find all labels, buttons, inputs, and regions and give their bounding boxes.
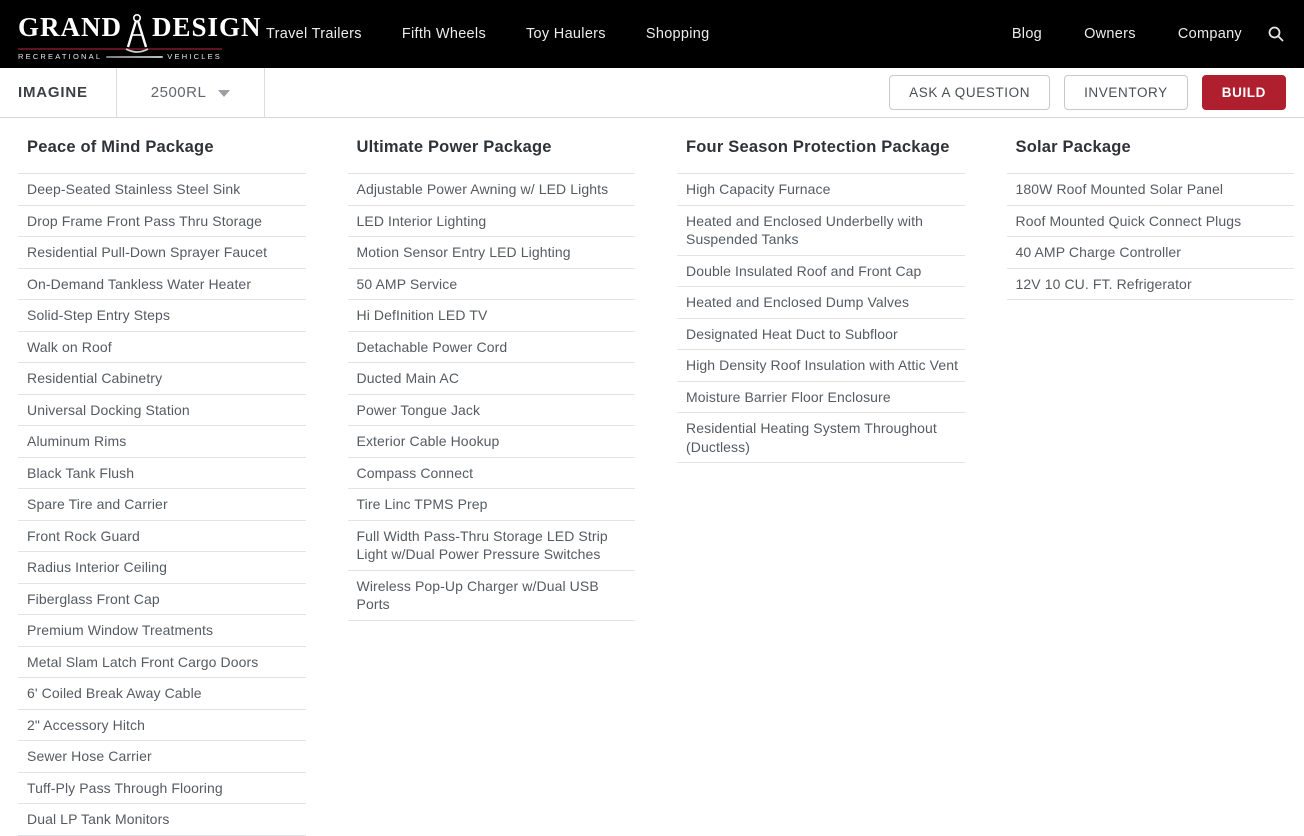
package-item: Compass Connect [348, 458, 636, 490]
logo-text-recreational: RECREATIONAL [18, 52, 102, 61]
nav-item-fifth-wheels[interactable]: Fifth Wheels [402, 26, 486, 42]
package-title: Ultimate Power Package [348, 138, 636, 157]
package-item: Heated and Enclosed Underbelly with Susp… [677, 206, 965, 256]
package-item-list: High Capacity FurnaceHeated and Enclosed… [677, 173, 965, 463]
package-item: Exterior Cable Hookup [348, 426, 636, 458]
logo-text-grand: GRAND [18, 14, 122, 41]
package-item: On-Demand Tankless Water Heater [18, 269, 306, 301]
floorplan-label: 2500RL [151, 84, 207, 101]
package-item: Motion Sensor Entry LED Lighting [348, 237, 636, 269]
package-item: Solid-Step Entry Steps [18, 300, 306, 332]
package-item: High Density Roof Insulation with Attic … [677, 350, 965, 382]
package-item: 50 AMP Service [348, 269, 636, 301]
brand-logo-title: GRAND DESIGN [18, 7, 222, 47]
package-column-ultimate-power-package: Ultimate Power Package Adjustable Power A… [348, 138, 636, 621]
package-item: Residential Heating System Throughout (D… [677, 413, 965, 463]
package-item: Premium Window Treatments [18, 615, 306, 647]
package-item: Adjustable Power Awning w/ LED Lights [348, 174, 636, 206]
brand-logo[interactable]: GRAND DESIGN RECREATIONAL VEHICLES [10, 7, 222, 61]
compass-icon [124, 13, 150, 53]
aux-nav-item-owners[interactable]: Owners [1084, 26, 1136, 42]
package-title: Solar Package [1007, 138, 1295, 157]
nav-item-toy-haulers[interactable]: Toy Haulers [526, 26, 606, 42]
package-item-list: 180W Roof Mounted Solar PanelRoof Mounte… [1007, 173, 1295, 300]
package-item: 40 AMP Charge Controller [1007, 237, 1295, 269]
package-column-four-season-protection-package: Four Season Protection Package High Capac… [677, 138, 965, 463]
package-item: LED Interior Lighting [348, 206, 636, 238]
ask-a-question-button[interactable]: ASK A QUESTION [889, 75, 1050, 111]
secondary-nav: Blog Owners Company [1012, 26, 1242, 42]
package-item: Roof Mounted Quick Connect Plugs [1007, 206, 1295, 238]
build-button[interactable]: BUILD [1202, 75, 1286, 111]
inventory-button[interactable]: INVENTORY [1064, 75, 1188, 111]
brand-logo-subtitle: RECREATIONAL VEHICLES [18, 48, 222, 61]
package-item: Drop Frame Front Pass Thru Storage [18, 206, 306, 238]
package-item: Metal Slam Latch Front Cargo Doors [18, 647, 306, 679]
package-item: Double Insulated Roof and Front Cap [677, 256, 965, 288]
floorplan-selector[interactable]: 2500RL [117, 68, 266, 117]
nav-item-shopping[interactable]: Shopping [646, 26, 710, 42]
package-item: Radius Interior Ceiling [18, 552, 306, 584]
package-item: Universal Docking Station [18, 395, 306, 427]
logo-text-vehicles: VEHICLES [167, 52, 222, 61]
package-column-solar-package: Solar Package 180W Roof Mounted Solar Pan… [1007, 138, 1295, 300]
main-nav: Travel Trailers Fifth Wheels Toy Haulers Sh… [266, 26, 710, 42]
package-item-list: Adjustable Power Awning w/ LED LightsLED… [348, 173, 636, 621]
logo-text-design: DESIGN [152, 14, 262, 41]
package-item: High Capacity Furnace [677, 174, 965, 206]
package-item: Fiberglass Front Cap [18, 584, 306, 616]
model-toolbar: IMAGINE 2500RL ASK A QUESTION INVENTORY … [0, 68, 1304, 118]
package-item: Aluminum Rims [18, 426, 306, 458]
packages-grid: Peace of Mind Package Deep-Seated Stainle… [0, 118, 1304, 836]
site-header: GRAND DESIGN RECREATIONAL VEHICLES Trave… [0, 0, 1304, 68]
package-item: Hi DefInition LED TV [348, 300, 636, 332]
package-item: 6' Coiled Break Away Cable [18, 678, 306, 710]
package-item: Power Tongue Jack [348, 395, 636, 427]
model-name-tab[interactable]: IMAGINE [0, 68, 117, 117]
package-item: Black Tank Flush [18, 458, 306, 490]
package-title: Four Season Protection Package [677, 138, 965, 157]
package-item: Residential Pull-Down Sprayer Faucet [18, 237, 306, 269]
package-item: Tire Linc TPMS Prep [348, 489, 636, 521]
package-item: Spare Tire and Carrier [18, 489, 306, 521]
logo-divider-rule [106, 56, 163, 58]
package-item: Tuff-Ply Pass Through Flooring [18, 773, 306, 805]
chevron-down-icon [218, 90, 230, 97]
aux-nav-item-company[interactable]: Company [1178, 26, 1242, 42]
package-item: 180W Roof Mounted Solar Panel [1007, 174, 1295, 206]
package-item: Dual LP Tank Monitors [18, 804, 306, 836]
package-item: 2" Accessory Hitch [18, 710, 306, 742]
package-item: 12V 10 CU. FT. Refrigerator [1007, 269, 1295, 301]
package-item-list: Deep-Seated Stainless Steel SinkDrop Fra… [18, 173, 306, 836]
package-item: Deep-Seated Stainless Steel Sink [18, 174, 306, 206]
package-item: Wireless Pop-Up Charger w/Dual USB Ports [348, 571, 636, 621]
aux-nav-item-blog[interactable]: Blog [1012, 26, 1042, 42]
package-item: Ducted Main AC [348, 363, 636, 395]
package-title: Peace of Mind Package [18, 138, 306, 157]
package-item: Heated and Enclosed Dump Valves [677, 287, 965, 319]
package-item: Detachable Power Cord [348, 332, 636, 364]
package-item: Front Rock Guard [18, 521, 306, 553]
nav-item-travel-trailers[interactable]: Travel Trailers [266, 26, 362, 42]
package-item: Designated Heat Duct to Subfloor [677, 319, 965, 351]
package-item: Sewer Hose Carrier [18, 741, 306, 773]
package-item: Residential Cabinetry [18, 363, 306, 395]
package-item: Full Width Pass-Thru Storage LED Strip L… [348, 521, 636, 571]
package-item: Walk on Roof [18, 332, 306, 364]
package-column-peace-of-mind-package: Peace of Mind Package Deep-Seated Stainle… [18, 138, 306, 836]
package-item: Moisture Barrier Floor Enclosure [677, 382, 965, 414]
toolbar-actions: ASK A QUESTION INVENTORY BUILD [889, 68, 1304, 117]
search-icon[interactable] [1268, 26, 1284, 42]
